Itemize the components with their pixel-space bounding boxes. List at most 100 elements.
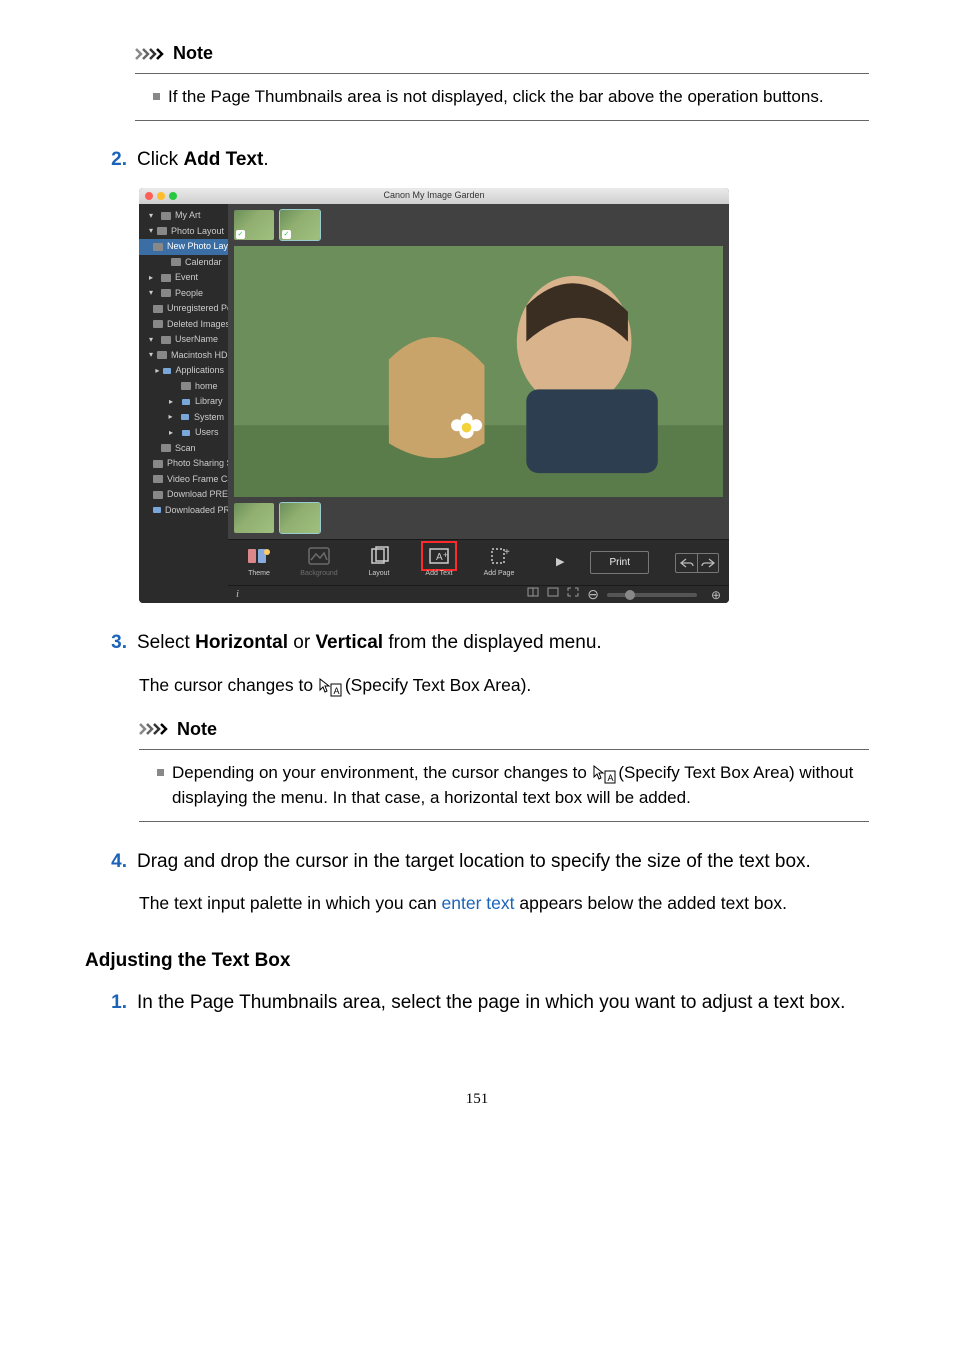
sidebar-item[interactable]: Scan bbox=[139, 441, 228, 457]
text-cursor-icon: A bbox=[318, 677, 340, 697]
print-button[interactable]: Print bbox=[590, 551, 649, 574]
sidebar-item[interactable]: Video Frame Capture bbox=[139, 472, 228, 488]
note-chevron-icon bbox=[135, 47, 167, 61]
material-thumbnail[interactable] bbox=[234, 503, 274, 533]
sidebar-item-label: Macintosh HD bbox=[171, 349, 228, 363]
sidebar-item[interactable]: ▸Applications bbox=[139, 363, 228, 379]
app-main: ✓ ✓ bbox=[228, 204, 729, 603]
sidebar-item[interactable]: home bbox=[139, 379, 228, 395]
folder-icon bbox=[153, 506, 161, 514]
layout-button[interactable]: Layout bbox=[358, 545, 400, 580]
sidebar-item[interactable]: Calendar bbox=[139, 255, 228, 271]
info-icon[interactable]: i bbox=[236, 586, 250, 604]
sidebar-item[interactable]: ▾UserName bbox=[139, 332, 228, 348]
svg-text:+: + bbox=[504, 547, 510, 558]
add-page-icon: + bbox=[485, 545, 513, 567]
note-text: Depending on your environment, the curso… bbox=[172, 760, 865, 811]
redo-button[interactable] bbox=[697, 553, 719, 573]
sidebar-item[interactable]: Photo Sharing Sites bbox=[139, 456, 228, 472]
background-button[interactable]: Background bbox=[298, 545, 340, 580]
theme-icon bbox=[245, 545, 273, 567]
thumbnail-strip: ✓ ✓ bbox=[228, 204, 729, 246]
sidebar-item-label: My Art bbox=[175, 209, 201, 223]
page-thumbnail[interactable]: ✓ bbox=[234, 210, 274, 240]
disk-icon bbox=[161, 336, 171, 344]
view-grid-icon[interactable] bbox=[527, 587, 539, 602]
layout-icon bbox=[365, 545, 393, 567]
sidebar-item[interactable]: ▸Library bbox=[139, 394, 228, 410]
sidebar-item[interactable]: New Photo Layout (1) bbox=[139, 239, 228, 255]
note-title: Note bbox=[177, 716, 217, 743]
fullscreen-icon[interactable] bbox=[567, 587, 579, 602]
palette-icon bbox=[161, 212, 171, 220]
folder-icon bbox=[180, 413, 190, 421]
sidebar-item-label: Applications bbox=[175, 364, 224, 378]
sidebar-item[interactable]: Deleted Images of People bbox=[139, 317, 228, 333]
zoom-in-icon[interactable]: ⊕ bbox=[711, 586, 721, 604]
step-text: Select Horizontal or Vertical from the d… bbox=[137, 629, 602, 658]
svg-text:+: + bbox=[443, 550, 448, 560]
sidebar-item[interactable]: ▸Users bbox=[139, 425, 228, 441]
material-thumbnail[interactable] bbox=[280, 503, 320, 533]
sidebar-item[interactable]: Downloaded PREMIUM Contents bbox=[139, 503, 228, 519]
sidebar-item-label: System bbox=[194, 411, 224, 425]
step-subtext: The text input palette in which you can … bbox=[139, 890, 869, 916]
sidebar-item[interactable]: Unregistered People bbox=[139, 301, 228, 317]
person-icon bbox=[153, 305, 163, 313]
note-title: Note bbox=[173, 40, 213, 67]
step-subtext: The cursor changes to A (Specify Text Bo… bbox=[139, 672, 869, 698]
play-icon[interactable]: ▶ bbox=[556, 554, 564, 571]
editing-canvas[interactable] bbox=[234, 246, 723, 497]
disclosure-icon: ▾ bbox=[149, 212, 157, 220]
sidebar-item[interactable]: ▾People bbox=[139, 286, 228, 302]
note-text: If the Page Thumbnails area is not displ… bbox=[168, 84, 824, 110]
enter-text-link[interactable]: enter text bbox=[442, 893, 515, 913]
step-text: In the Page Thumbnails area, select the … bbox=[137, 989, 845, 1018]
divider bbox=[139, 749, 869, 750]
section-heading: Adjusting the Text Box bbox=[85, 947, 869, 976]
page-number: 151 bbox=[85, 1088, 869, 1111]
svg-text:A: A bbox=[436, 552, 443, 563]
layout-icon bbox=[157, 227, 167, 235]
share-icon bbox=[153, 460, 163, 468]
app-statusbar: i ⊖ ⊕ bbox=[228, 585, 729, 603]
event-icon bbox=[161, 274, 171, 282]
sidebar-item-label: Download PREMIUM Contents bbox=[167, 488, 228, 502]
sidebar-item[interactable]: Download PREMIUM Contents bbox=[139, 487, 228, 503]
folder-icon bbox=[181, 429, 191, 437]
sidebar-item[interactable]: ▸System bbox=[139, 410, 228, 426]
add-text-button[interactable]: A+ Add Text bbox=[418, 545, 460, 580]
calendar-icon bbox=[171, 258, 181, 266]
person-icon bbox=[161, 289, 171, 297]
sidebar-item-label: UserName bbox=[175, 333, 218, 347]
sidebar-item-label: Event bbox=[175, 271, 198, 285]
sidebar-item-label: Users bbox=[195, 426, 219, 440]
sidebar-item-label: Scan bbox=[175, 442, 196, 456]
disclosure-icon: ▾ bbox=[149, 351, 153, 359]
zoom-slider[interactable] bbox=[607, 593, 697, 597]
folder-icon bbox=[163, 367, 171, 375]
step-item: 3. Select Horizontal or Vertical from th… bbox=[105, 629, 869, 822]
sidebar-item[interactable]: ▾Photo Layout bbox=[139, 224, 228, 240]
view-single-icon[interactable] bbox=[547, 587, 559, 602]
background-icon bbox=[305, 545, 333, 567]
sidebar-item[interactable]: ▸Event bbox=[139, 270, 228, 286]
page-thumbnail[interactable]: ✓ bbox=[280, 210, 320, 240]
app-sidebar: ▾ My Art▾Photo LayoutNew Photo Layout (1)… bbox=[139, 204, 228, 603]
bullet-icon bbox=[153, 93, 160, 100]
download-icon bbox=[153, 491, 163, 499]
check-icon: ✓ bbox=[236, 230, 245, 239]
undo-button[interactable] bbox=[675, 553, 697, 573]
add-page-button[interactable]: + Add Page bbox=[478, 545, 520, 580]
disk-icon bbox=[157, 351, 167, 359]
step-item: 2. Click Add Text. Canon My Image Garden… bbox=[105, 146, 869, 604]
theme-button[interactable]: Theme bbox=[238, 545, 280, 580]
sidebar-item[interactable]: ▾ My Art bbox=[139, 208, 228, 224]
app-toolbar: Theme Background Layout bbox=[228, 539, 729, 585]
sidebar-item-label: Unregistered People bbox=[167, 302, 228, 316]
sidebar-item-label: Deleted Images of People bbox=[167, 318, 228, 332]
app-title: Canon My Image Garden bbox=[139, 189, 729, 203]
svg-text:A: A bbox=[607, 773, 613, 783]
zoom-out-icon[interactable]: ⊖ bbox=[587, 584, 599, 603]
sidebar-item[interactable]: ▾ Macintosh HD bbox=[139, 348, 228, 364]
